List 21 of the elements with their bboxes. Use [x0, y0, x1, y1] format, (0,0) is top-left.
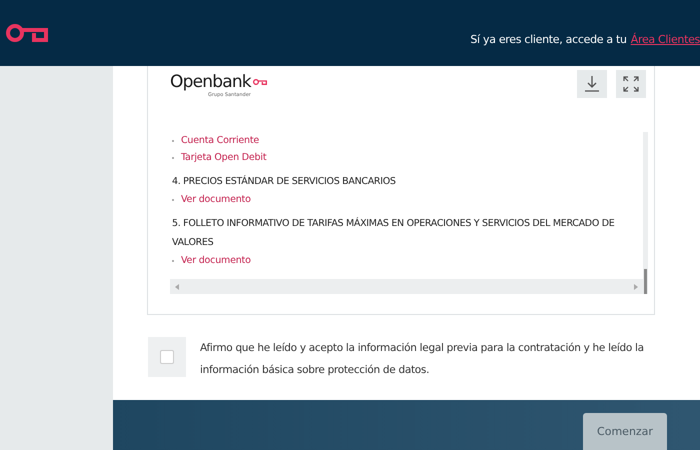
consent-text: Afirmo que he leído y acepto la información legal previa para la contratación y he leído la información básica sobre protección de datos.	[200, 341, 645, 378]
key-icon	[252, 78, 267, 86]
horizontal-scrollbar[interactable]	[170, 279, 643, 294]
expand-icon	[622, 75, 640, 93]
section-heading: 5. FOLLETO INFORMATIVO DE TARIFAS MÁXIMAS EN OPERACIONES Y SERVICIOS DEL MERCADO DE VALORES	[172, 216, 616, 250]
header-prompt: Sí ya eres cliente, accede a tu	[470, 32, 627, 46]
document-link[interactable]: Ver documento	[172, 191, 643, 208]
download-button[interactable]	[577, 70, 607, 98]
section-heading: 4. PRECIOS ESTÁNDAR DE SERVICIOS BANCARIOS	[172, 174, 397, 189]
consent-checkbox[interactable]	[160, 350, 174, 364]
logo-name: Openbank	[170, 72, 251, 92]
client-area-link[interactable]: Área Clientes	[630, 32, 700, 46]
scroll-left-icon[interactable]	[175, 284, 179, 290]
key-logo-icon	[6, 22, 48, 44]
document-link[interactable]: Ver documento	[172, 252, 643, 269]
scroll-right-icon[interactable]	[634, 284, 638, 290]
vertical-scrollbar[interactable]	[643, 132, 648, 294]
expand-button[interactable]	[616, 70, 646, 98]
document-link[interactable]: Cuenta Corriente	[172, 132, 643, 149]
document-link[interactable]: Tarjeta Open Debit	[172, 149, 643, 166]
download-icon	[584, 75, 600, 93]
